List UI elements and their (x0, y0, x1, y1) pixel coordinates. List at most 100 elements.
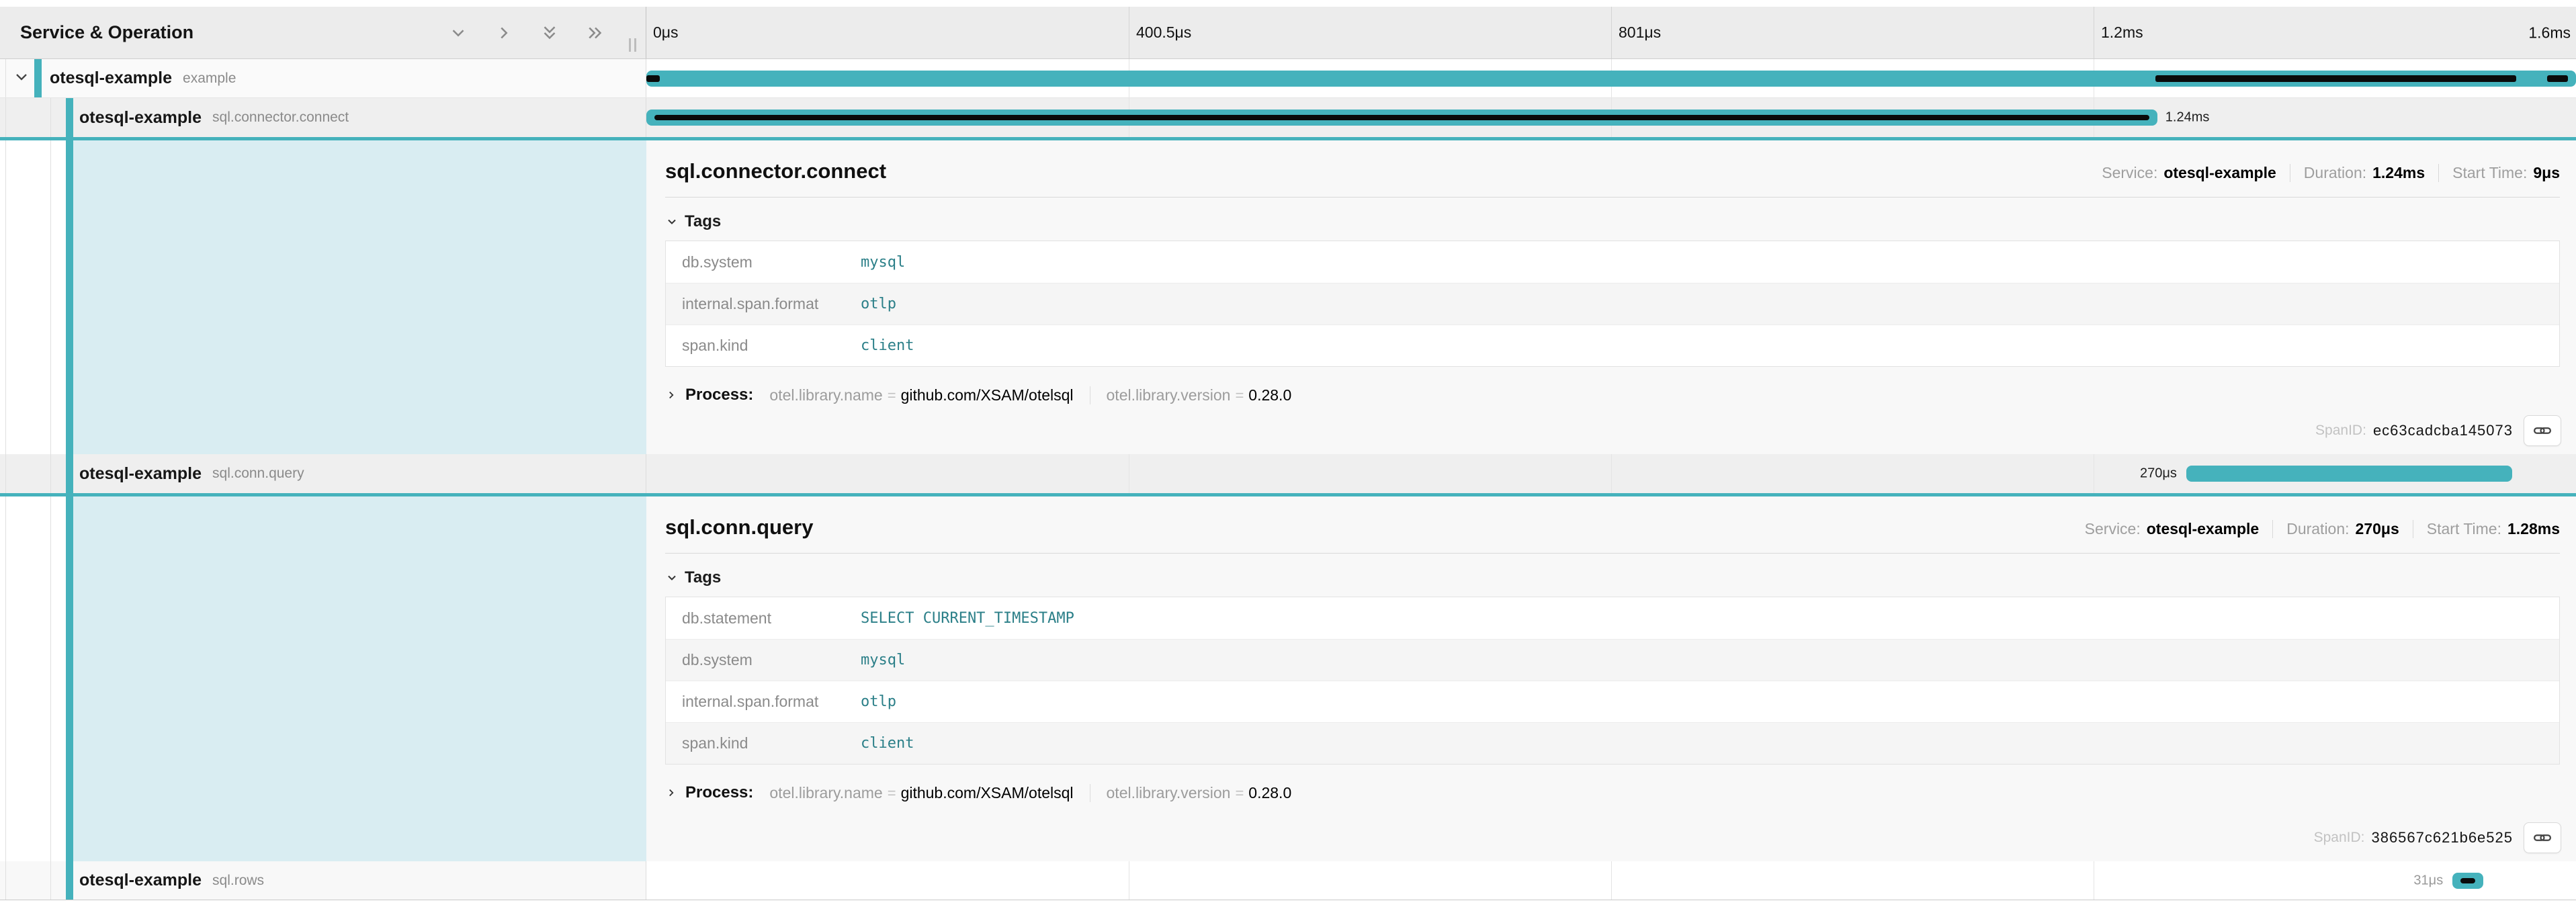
tags-section-toggle[interactable]: Tags (665, 568, 721, 587)
tag-key: internal.span.format (666, 295, 861, 313)
process-kv: otel.library.name=github.com/XSAM/otelsq… (769, 386, 1073, 404)
child-span-marker (646, 75, 660, 82)
tag-row: db.systemmysql (666, 241, 2559, 283)
span-bar[interactable] (2452, 873, 2483, 889)
span-name-column: otesql-example example (0, 59, 646, 97)
ruler-cell: 801μs (1611, 7, 2094, 58)
meta-label: Service: (2085, 520, 2141, 537)
process-kv: otel.library.version=0.28.0 (1090, 386, 1292, 404)
span-color-chip (66, 861, 73, 900)
indent-guide (5, 98, 6, 137)
operation-name: sql.rows (212, 873, 264, 889)
span-row-conn-query[interactable]: otesql-example sql.conn.query 270μs (0, 454, 2576, 493)
expand-all-icon[interactable] (585, 23, 605, 43)
meta-value: 1.24ms (2372, 164, 2425, 181)
tag-value: otlp (861, 693, 896, 710)
tag-value: client (861, 735, 914, 752)
top-margin (0, 0, 2576, 7)
spanid-value: ec63cadcba145073 (2373, 422, 2513, 439)
collapse-one-icon[interactable] (448, 23, 468, 43)
meta-label: Start Time: (2452, 164, 2527, 181)
tag-row: internal.span.formatotlp (666, 283, 2559, 324)
span-color-chip (34, 59, 42, 97)
ruler-cell: 1.2ms (2094, 7, 2576, 58)
operation-name: example (183, 71, 236, 87)
tag-value: otlp (861, 296, 896, 312)
tick-label: 400.5μs (1136, 24, 1191, 42)
span-bar[interactable] (2186, 466, 2512, 482)
tag-row: span.kindclient (666, 722, 2559, 764)
collapse-controls (448, 23, 605, 43)
column-resizer-handle[interactable] (629, 38, 636, 52)
span-color-chip (66, 140, 73, 454)
tag-key: span.kind (666, 337, 861, 355)
ruler-cell: 400.5μs (1129, 7, 1611, 58)
service-name: otesql-example (79, 108, 202, 128)
indent-guide (50, 140, 51, 454)
meta-value: 1.28ms (2507, 520, 2560, 537)
chevron-down-icon (665, 571, 679, 584)
meta-label: Start Time: (2427, 520, 2501, 537)
span-title: sql.connector.connect (665, 159, 886, 183)
tag-row: internal.span.formatotlp (666, 681, 2559, 722)
tags-table: db.systemmysql internal.span.formatotlp … (665, 241, 2560, 367)
span-meta: Service:otesql-example Duration:1.24ms S… (2088, 164, 2560, 182)
link-icon (2532, 828, 2552, 848)
tick-label: 1.2ms (2101, 24, 2143, 42)
indent-guide (5, 59, 6, 97)
collapse-children-icon[interactable] (12, 67, 31, 89)
indent-guide (5, 140, 6, 454)
tags-section-toggle[interactable]: Tags (665, 212, 721, 231)
chevron-down-icon (665, 215, 679, 228)
service-operation-title: Service & Operation (20, 22, 194, 43)
span-title: sql.conn.query (665, 515, 813, 539)
tag-value: mysql (861, 254, 905, 271)
indent-guide (50, 454, 51, 493)
divider (665, 197, 2560, 198)
meta-value: otesql-example (2163, 164, 2276, 181)
span-row-connector-connect[interactable]: otesql-example sql.connector.connect 1.2… (0, 98, 2576, 137)
copy-span-link-button[interactable] (2524, 415, 2561, 446)
span-bar[interactable] (646, 110, 2157, 126)
tag-row: db.systemmysql (666, 639, 2559, 681)
process-label: Process: (685, 386, 753, 404)
process-kv: otel.library.version=0.28.0 (1090, 784, 1292, 802)
service-name: otesql-example (79, 871, 202, 890)
ruler-cell: 0μs (646, 7, 1129, 58)
link-icon (2532, 421, 2552, 441)
operation-name: sql.connector.connect (212, 110, 349, 126)
indent-guide (5, 454, 6, 493)
expand-one-icon[interactable] (494, 23, 514, 43)
process-section-toggle[interactable]: Process: otel.library.name=github.com/XS… (665, 783, 1291, 802)
process-section-toggle[interactable]: Process: otel.library.name=github.com/XS… (665, 386, 1291, 404)
span-color-chip (66, 496, 73, 861)
span-row-root[interactable]: otesql-example example (0, 59, 2576, 98)
span-row-sql-rows[interactable]: otesql-example sql.rows 31μs (0, 861, 2576, 900)
tags-section-label: Tags (685, 212, 721, 231)
copy-span-link-button[interactable] (2524, 822, 2561, 853)
tags-table: db.statementSELECT CURRENT_TIMESTAMP db.… (665, 597, 2560, 765)
indent-guide-column (0, 140, 646, 454)
collapse-all-icon[interactable] (540, 23, 560, 43)
meta-label: Duration: (2286, 520, 2349, 537)
service-operation-header: Service & Operation (0, 7, 646, 58)
tag-key: db.statement (666, 609, 861, 627)
tag-value: SELECT CURRENT_TIMESTAMP (861, 610, 1074, 627)
service-name: otesql-example (79, 464, 202, 484)
service-name: otesql-example (50, 69, 172, 88)
span-duration-label: 31μs (2413, 873, 2452, 888)
span-color-chip (66, 98, 73, 137)
gridline (1611, 454, 1612, 493)
process-label: Process: (685, 783, 753, 802)
tag-row: span.kindclient (666, 324, 2559, 366)
indent-guide-column (0, 496, 646, 861)
span-timeline-cell (646, 59, 2576, 97)
operation-name: sql.conn.query (212, 466, 304, 482)
indent-guide (5, 861, 6, 900)
indent-guide (5, 496, 6, 861)
span-detail-header: sql.conn.query Service:otesql-example Du… (665, 496, 2560, 539)
indent-guide (50, 861, 51, 900)
span-duration-label: 270μs (2140, 466, 2186, 482)
tag-key: internal.span.format (666, 693, 861, 711)
span-bar[interactable] (646, 71, 2576, 87)
